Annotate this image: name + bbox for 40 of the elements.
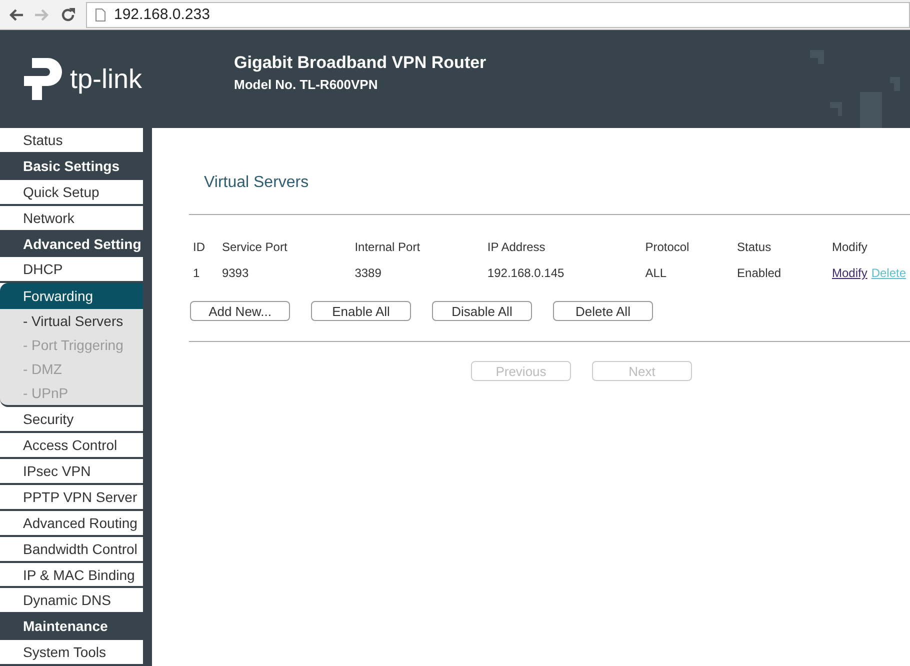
column-header: Internal Port: [354, 239, 422, 256]
column-header: IP Address: [486, 239, 546, 256]
model-number: Model No. TL-R600VPN: [234, 76, 379, 92]
action-button[interactable]: Add New...: [190, 301, 290, 321]
table-cell-text: 9393: [220, 265, 250, 282]
sidebar-item[interactable]: Advanced Routing: [0, 510, 143, 537]
sidebar-heading: Advanced Setting: [0, 232, 143, 258]
sidebar-item[interactable]: Quick Setup: [0, 180, 143, 206]
table-cell-text: 3389: [354, 265, 382, 282]
table-cell-text: Enabled: [736, 265, 782, 282]
sidebar-item[interactable]: System Tools: [0, 640, 143, 666]
sidebar-item[interactable]: Access Control: [0, 433, 143, 459]
product-title: Gigabit Broadband VPN Router: [234, 52, 486, 72]
reload-icon[interactable]: [60, 6, 76, 22]
sidebar-item[interactable]: Bandwidth Control: [0, 536, 143, 563]
column-header: Service Port: [220, 239, 288, 256]
sidebar-heading: Maintenance: [0, 614, 143, 640]
table-cell-text: ALL: [644, 265, 668, 282]
sidebar-item[interactable]: IP & MAC Binding: [0, 562, 143, 588]
table-cell-text: 1: [192, 265, 201, 282]
back-icon[interactable]: [8, 8, 24, 22]
sidebar-item[interactable]: PPTP VPN Server: [0, 484, 143, 511]
sidebar-item[interactable]: Security: [0, 407, 143, 434]
page-title: Virtual Servers: [204, 174, 310, 193]
sidebar-heading: Basic Settings: [0, 154, 143, 180]
action-button[interactable]: Disable All: [432, 301, 532, 321]
column-header: Modify: [830, 239, 868, 256]
action-button[interactable]: Enable All: [311, 301, 411, 321]
page-icon: [95, 8, 106, 22]
column-header: Status: [736, 239, 772, 256]
table-link[interactable]: Modify: [832, 266, 868, 280]
column-header: ID: [192, 239, 206, 256]
logo-text: tp-link: [70, 64, 142, 94]
sidebar-item[interactable]: Forwarding: [0, 283, 143, 310]
address-field[interactable]: 192.168.0.233: [86, 2, 910, 28]
column-header: Protocol: [644, 239, 690, 256]
action-button[interactable]: Delete All: [553, 301, 653, 321]
table-cell-text: 192.168.0.145: [486, 265, 566, 282]
sidebar-item[interactable]: IPsec VPN: [0, 459, 143, 485]
sidebar-subitem[interactable]: - Virtual Servers: [0, 309, 143, 334]
